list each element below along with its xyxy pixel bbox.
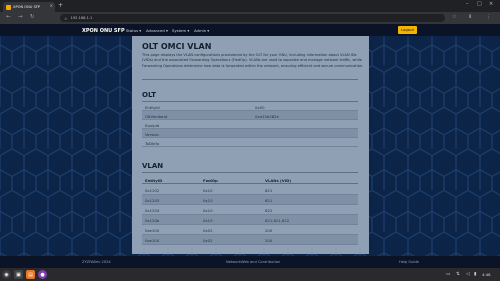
menu-status[interactable]: Status ▾	[126, 28, 141, 33]
download-icon[interactable]: ⬇	[468, 14, 472, 20]
olt-key: Version	[145, 131, 159, 137]
browser-menu-icon[interactable]: ⋮	[486, 14, 491, 20]
table-row: 0xe100 0x02 200	[142, 235, 358, 245]
vid-cell: 622	[265, 208, 273, 213]
column-header: VLANs (VID)	[265, 177, 292, 183]
table-row: 0x1203 0x10 621	[142, 195, 358, 205]
olt-key: EntityId	[145, 104, 160, 110]
vid-cell: 200	[265, 238, 273, 243]
browser-tab-bar: XPON ONU SFP × + – □ ×	[0, 0, 500, 12]
vlan-heading: VLAN	[142, 162, 164, 170]
window-close-icon[interactable]: ×	[489, 1, 493, 7]
table-row: 0x1202 0x10 621	[142, 185, 358, 195]
menu-admin[interactable]: Admin ▾	[194, 28, 209, 33]
vid-cell: 200	[265, 228, 273, 233]
fwdop-cell: 0x10	[203, 208, 213, 213]
volume-icon[interactable]: ◁	[466, 272, 469, 277]
not-secure-icon[interactable]: ⚠	[64, 16, 68, 21]
table-row: 0x120b 0x10 621,621,622	[142, 215, 358, 225]
olt-row: OltVendorId 0xd15d282e	[142, 111, 358, 120]
fwdop-cell: 0x02	[203, 238, 213, 243]
olt-row: Version	[142, 129, 358, 138]
favicon-icon	[6, 4, 11, 10]
page-title: OLT OMCI VLAN	[142, 42, 212, 51]
tab-close-icon[interactable]: ×	[50, 3, 53, 8]
entity-id-cell: 0x1202	[145, 188, 160, 193]
os-taskbar: ◉ ▣ ▤ ● ▭ ⇅ ◁ ▮ 4:48	[0, 268, 500, 281]
table-row: 0xe100 0x02 200	[142, 225, 358, 235]
url-input[interactable]: ⚠ 192.168.1.1	[60, 14, 445, 22]
column-header: FwdOp	[203, 177, 218, 183]
entity-id-cell: 0xe100	[145, 228, 160, 233]
maximize-icon[interactable]: □	[477, 1, 482, 7]
bookmark-star-icon[interactable]: ☆	[452, 14, 456, 20]
page-viewport: XPON ONU SFP Status ▾ Advanced ▾ System …	[0, 24, 500, 268]
vlan-table-header: EntityID FwdOp VLANs (VID)	[142, 175, 358, 184]
clock[interactable]: 4:48	[482, 272, 491, 277]
fwdop-cell: 0x10	[203, 198, 213, 203]
page-footer: ZYZFABriv 2024 NetworkWeb and Contributi…	[0, 256, 500, 268]
vid-cell: 621	[265, 198, 273, 203]
battery-icon[interactable]: ▮	[474, 272, 476, 277]
column-header: EntityID	[145, 177, 163, 183]
new-tab-button[interactable]: +	[58, 2, 63, 9]
olt-heading: OLT	[142, 91, 157, 99]
brand-logo[interactable]: XPON ONU SFP	[82, 28, 125, 34]
folder-tray-icon[interactable]: ▭	[446, 272, 450, 277]
olt-value: 0xd15d282e	[255, 113, 279, 119]
olt-key: ToDInfo	[145, 140, 160, 146]
browser-tab[interactable]: XPON ONU SFP ×	[3, 2, 55, 12]
olt-row: ToDInfo	[142, 138, 358, 147]
minimize-icon[interactable]: –	[466, 1, 469, 7]
menu-system[interactable]: System ▾	[172, 28, 189, 33]
network-icon[interactable]: ⇅	[456, 272, 460, 277]
fwdop-cell: 0x10	[203, 218, 213, 223]
entity-id-cell: 0xe100	[145, 238, 160, 243]
page-description: This page displays the VLAN configuratio…	[142, 53, 364, 68]
terminal-icon[interactable]: ▣	[14, 270, 23, 279]
fwdop-cell: 0x10	[203, 188, 213, 193]
forward-icon[interactable]: →	[18, 14, 23, 20]
olt-key: OltVendorId	[145, 113, 168, 119]
footer-copyright: ZYZFABriv 2024	[82, 259, 111, 264]
olt-key: EquipId	[145, 122, 160, 128]
entity-id-cell: 0x120b	[145, 218, 160, 223]
footer-link[interactable]: NetworkWeb and Contribution	[226, 260, 280, 264]
content-panel: OLT OMCI VLAN This page displays the VLA…	[132, 36, 369, 254]
olt-value: 0x00	[255, 104, 265, 110]
files-icon[interactable]: ▤	[26, 270, 35, 279]
url-text: 192.168.1.1	[70, 16, 93, 20]
tab-title: XPON ONU SFP	[13, 5, 41, 9]
entity-id-cell: 0x1203	[145, 198, 160, 203]
olt-row: EntityId 0x00	[142, 102, 358, 111]
olt-row: EquipId	[142, 120, 358, 129]
vid-cell: 621	[265, 188, 273, 193]
logout-button[interactable]: Logout	[398, 25, 417, 34]
footer-help-link[interactable]: Help Guide	[399, 260, 419, 264]
address-bar: ← → ↻ ⚠ 192.168.1.1 ☆ ⬇ ⋮	[0, 12, 500, 24]
vid-cell: 621,621,622	[265, 218, 290, 223]
entity-id-cell: 0x1204	[145, 208, 160, 213]
divider	[142, 79, 358, 80]
divider	[142, 172, 358, 173]
back-icon[interactable]: ←	[6, 14, 11, 20]
reload-icon[interactable]: ↻	[30, 14, 35, 20]
start-menu-icon[interactable]: ◉	[2, 270, 11, 279]
browser-taskbar-icon[interactable]: ●	[38, 270, 47, 279]
table-row: 0x1204 0x10 622	[142, 205, 358, 215]
menu-advanced[interactable]: Advanced ▾	[146, 28, 168, 33]
fwdop-cell: 0x02	[203, 228, 213, 233]
top-navigation: XPON ONU SFP Status ▾ Advanced ▾ System …	[0, 24, 500, 36]
